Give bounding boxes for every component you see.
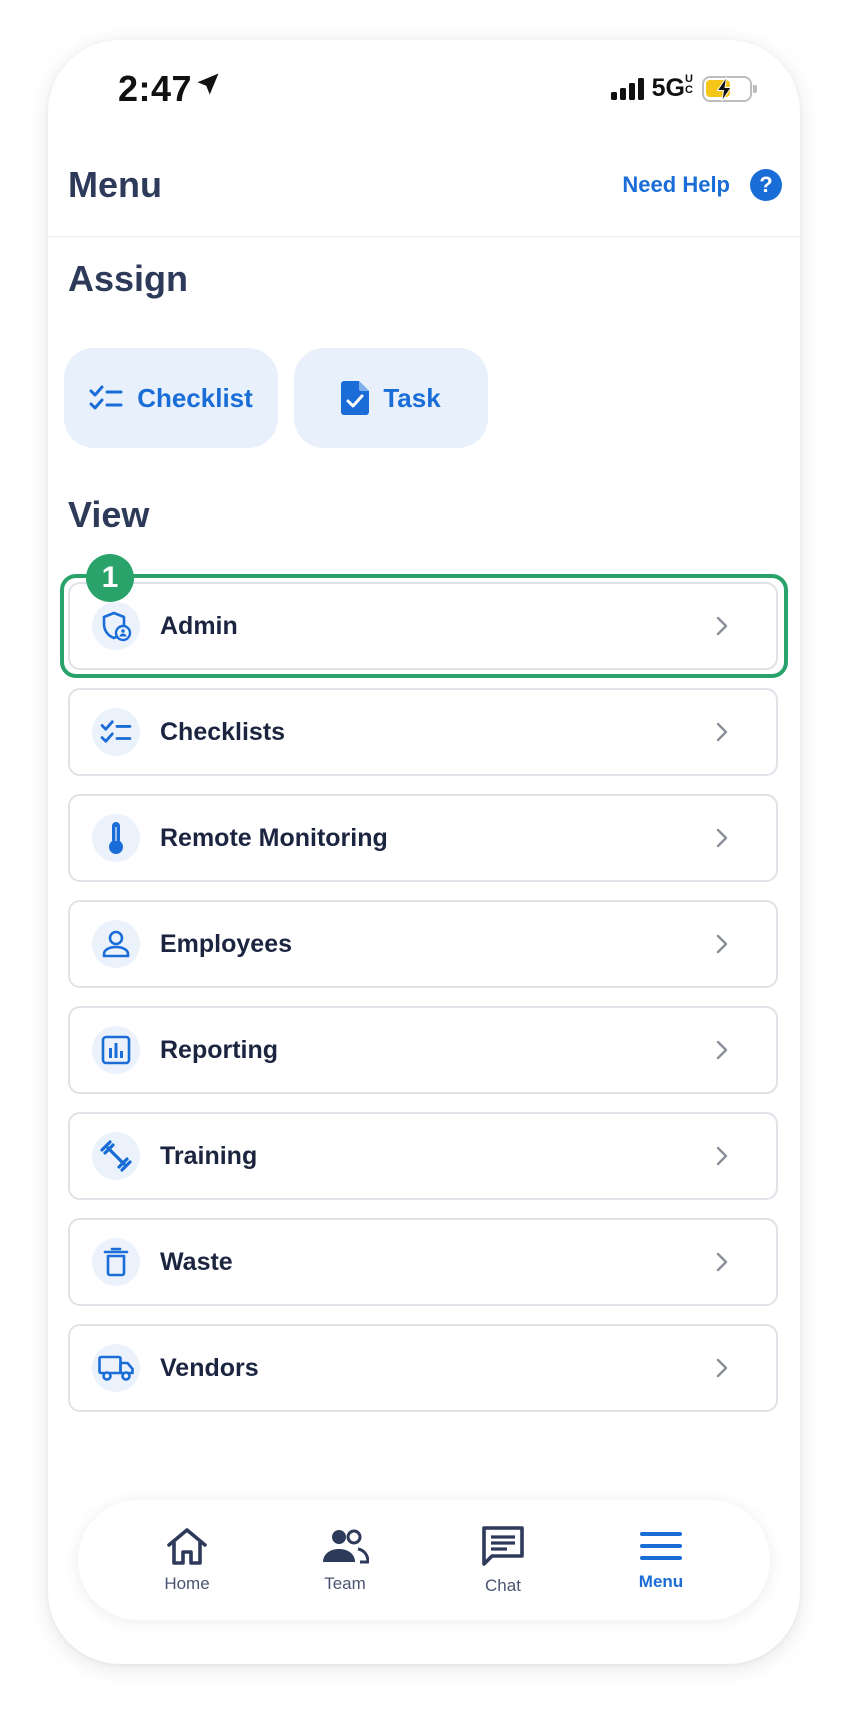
- truck-icon: [92, 1344, 140, 1392]
- view-item-label: Vendors: [160, 1353, 259, 1382]
- nav-team-label: Team: [324, 1574, 366, 1593]
- assign-section-title: Assign: [68, 258, 189, 299]
- view-item-label: Checklists: [160, 717, 286, 746]
- view-item-label: Reporting: [160, 1035, 279, 1064]
- view-item-employees[interactable]: Employees: [68, 900, 778, 988]
- view-item-checklists[interactable]: Checklists: [68, 688, 778, 776]
- status-time: 2:47: [118, 68, 193, 109]
- chevron-right-icon: [716, 1358, 728, 1378]
- header-divider: [48, 236, 800, 237]
- assign-task-label: Task: [383, 382, 441, 413]
- chevron-right-icon: [716, 1252, 728, 1272]
- checklist-icon: [89, 385, 123, 410]
- view-item-reporting[interactable]: Reporting: [68, 1006, 778, 1094]
- phone-screen: 2:47 5GUC Menu Need Help ? Assign Checkl…: [48, 40, 800, 1664]
- assign-task-button[interactable]: Task: [294, 348, 488, 448]
- nav-menu[interactable]: Menu: [601, 1528, 721, 1592]
- nav-home-label: Home: [164, 1574, 210, 1593]
- checklist-icon: [92, 708, 140, 756]
- view-item-training[interactable]: Training: [68, 1112, 778, 1200]
- view-item-label: Remote Monitoring: [160, 823, 388, 852]
- view-item-vendors[interactable]: Vendors: [68, 1324, 778, 1412]
- nav-home[interactable]: Home: [127, 1526, 247, 1594]
- hamburger-menu-icon: [640, 1532, 682, 1560]
- nav-chat-label: Chat: [485, 1576, 521, 1595]
- view-item-admin[interactable]: Admin: [68, 582, 778, 670]
- chevron-right-icon: [716, 1146, 728, 1166]
- help-icon: ?: [750, 169, 782, 201]
- battery-charging-icon: [702, 75, 757, 102]
- trash-icon: [92, 1238, 140, 1286]
- view-item-label: Admin: [160, 611, 238, 640]
- home-icon: [167, 1528, 207, 1565]
- need-help-label: Need Help: [622, 172, 730, 197]
- task-document-icon: [341, 381, 370, 415]
- view-section-title: View: [68, 494, 150, 535]
- need-help-button[interactable]: Need Help ?: [622, 169, 782, 201]
- status-indicators: 5GUC: [610, 73, 757, 103]
- bottom-navigation: Home Team Chat Menu: [78, 1500, 770, 1620]
- nav-team[interactable]: Team: [285, 1526, 405, 1594]
- page-title: Menu: [68, 164, 162, 205]
- assign-checklist-label: Checklist: [137, 382, 253, 413]
- chevron-right-icon: [716, 828, 728, 848]
- chevron-right-icon: [716, 1040, 728, 1060]
- network-type: 5GUC: [651, 73, 693, 103]
- team-icon: [323, 1529, 369, 1564]
- view-item-label: Employees: [160, 929, 293, 958]
- chevron-right-icon: [716, 934, 728, 954]
- view-item-label: Waste: [160, 1247, 233, 1276]
- view-item-remote-monitoring[interactable]: Remote Monitoring: [68, 794, 778, 882]
- signal-icon: [610, 77, 644, 100]
- dumbbell-icon: [92, 1132, 140, 1180]
- nav-menu-label: Menu: [638, 1572, 684, 1591]
- chat-icon: [482, 1526, 524, 1566]
- person-icon: [92, 920, 140, 968]
- location-arrow-icon: [194, 70, 222, 103]
- view-item-label: Training: [160, 1141, 258, 1170]
- admin-shield-icon: [92, 602, 140, 650]
- thermometer-icon: [92, 814, 140, 862]
- chevron-right-icon: [716, 722, 728, 742]
- chevron-right-icon: [716, 616, 728, 636]
- bar-chart-icon: [92, 1026, 140, 1074]
- nav-chat[interactable]: Chat: [443, 1524, 563, 1596]
- assign-checklist-button[interactable]: Checklist: [64, 348, 278, 448]
- step-badge: 1: [86, 554, 134, 602]
- view-item-waste[interactable]: Waste: [68, 1218, 778, 1306]
